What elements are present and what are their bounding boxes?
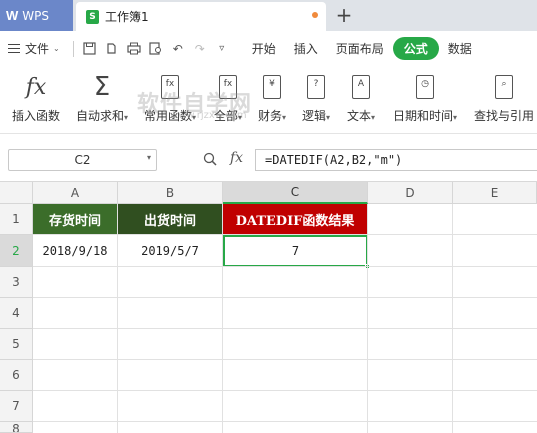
lookup-icon: ⌕ — [495, 72, 513, 102]
zoom-icon[interactable] — [203, 152, 217, 170]
logic-label: 逻辑 — [302, 109, 327, 123]
insert-function-label: 插入函数 — [12, 109, 61, 123]
formula-ribbon: fx 插入函数 Σ 自动求和▾ fx 常用函数▾ fx 全部▾ ¥ 财务▾ ? … — [0, 66, 537, 134]
all-function-icon: fx — [219, 72, 238, 102]
wps-home-tab[interactable]: W WPS — [0, 0, 73, 31]
row-header-5[interactable]: 5 — [0, 329, 33, 360]
title-tab-bar: W WPS S 工作簿1 + — [0, 0, 537, 31]
redo-icon[interactable]: ↷ — [193, 42, 207, 56]
all-function-label: 全部 — [214, 109, 239, 123]
insert-function-button[interactable]: fx 插入函数 — [12, 72, 60, 124]
formula-bar: C2 ▾ fx =DATEDIF(A2,B2,"m") — [0, 134, 537, 182]
all-function-button[interactable]: fx 全部▾ — [214, 72, 242, 124]
column-header-b[interactable]: B — [118, 182, 223, 204]
datetime-button[interactable]: ◷ 日期和时间▾ — [393, 72, 457, 124]
chevron-down-icon: ▾ — [371, 113, 376, 122]
finance-icon: ¥ — [263, 72, 282, 102]
document-tab-label: 工作簿1 — [105, 10, 149, 24]
row-header-3[interactable]: 3 — [0, 267, 33, 298]
row-header-6[interactable]: 6 — [0, 360, 33, 391]
column-header-e[interactable]: E — [453, 182, 537, 204]
finance-button[interactable]: ¥ 财务▾ — [258, 72, 286, 124]
wps-tab-label: WPS — [22, 8, 49, 23]
row-header-8[interactable]: 8 — [0, 422, 33, 433]
menu-home[interactable]: 开始 — [243, 40, 285, 57]
grid-lines — [33, 204, 537, 433]
undo-icon[interactable]: ↶ — [171, 42, 185, 56]
text-icon: A — [352, 72, 371, 102]
chevron-down-icon: ▾ — [192, 113, 197, 122]
menu-formulas[interactable]: 公式 — [392, 37, 439, 60]
logic-icon: ? — [307, 72, 326, 102]
menu-data[interactable]: 数据 — [439, 40, 481, 57]
recent-function-button[interactable]: fx 常用函数▾ — [144, 72, 196, 124]
recent-function-label: 常用函数 — [144, 109, 193, 123]
export-icon[interactable] — [105, 42, 119, 56]
column-header-c[interactable]: C — [223, 182, 368, 204]
new-tab-button[interactable]: + — [334, 3, 354, 27]
chevron-down-icon: ▾ — [124, 113, 129, 122]
row-header-4[interactable]: 4 — [0, 298, 33, 329]
logic-button[interactable]: ? 逻辑▾ — [302, 72, 330, 124]
print-preview-icon[interactable] — [149, 42, 163, 56]
autosum-label: 自动求和 — [76, 109, 125, 123]
autosum-button[interactable]: Σ 自动求和▾ — [76, 72, 128, 124]
unsaved-indicator-icon — [312, 12, 318, 18]
lookup-label: 查找与引用 — [474, 109, 535, 123]
save-icon[interactable] — [83, 42, 97, 56]
select-all-corner[interactable] — [0, 182, 33, 204]
chevron-down-icon: ▾ — [146, 153, 151, 162]
sigma-icon: Σ — [93, 72, 111, 102]
print-icon[interactable] — [127, 42, 141, 56]
column-header-d[interactable]: D — [368, 182, 453, 204]
wps-logo-icon: W — [6, 8, 19, 23]
menu-page-layout[interactable]: 页面布局 — [327, 40, 393, 57]
document-tab[interactable]: S 工作簿1 — [76, 2, 326, 31]
column-header-a[interactable]: A — [33, 182, 118, 204]
chevron-down-icon: ▾ — [238, 113, 243, 122]
spreadsheet-grid: A B C D E 1 2 3 4 5 6 7 8 存货时间 出货时间 DATE… — [0, 182, 537, 433]
formula-input[interactable]: =DATEDIF(A2,B2,"m") — [255, 149, 537, 171]
finance-label: 财务 — [258, 109, 283, 123]
lookup-button[interactable]: ⌕ 查找与引用 — [474, 72, 534, 124]
menu-bar: 文件 ⌄ ↶ ↷ ▿ 开始 插入 页面布局 公式 数据 — [0, 31, 537, 66]
fx-icon: fx — [25, 74, 47, 100]
hamburger-icon — [8, 44, 20, 53]
recent-function-icon: fx — [161, 72, 180, 102]
menu-insert[interactable]: 插入 — [285, 40, 327, 57]
text-function-button[interactable]: A 文本▾ — [347, 72, 375, 124]
row-header-2[interactable]: 2 — [0, 235, 33, 267]
row-header-1[interactable]: 1 — [0, 204, 33, 235]
chevron-down-icon: ▾ — [282, 113, 287, 122]
divider — [72, 40, 74, 57]
file-menu-label: 文件 — [25, 42, 50, 56]
row-header-7[interactable]: 7 — [0, 391, 33, 422]
fx-icon[interactable]: fx — [230, 150, 243, 166]
text-function-label: 文本 — [347, 109, 372, 123]
chevron-down-icon: ▾ — [326, 113, 331, 122]
chevron-down-icon: ⌄ — [53, 44, 60, 53]
file-menu-button[interactable]: 文件 ⌄ — [0, 40, 68, 57]
name-box[interactable]: C2 ▾ — [8, 149, 157, 171]
datetime-icon: ◷ — [416, 72, 435, 102]
datetime-label: 日期和时间 — [393, 109, 454, 123]
name-box-value: C2 — [74, 153, 91, 167]
chevron-down-icon: ▾ — [453, 113, 458, 122]
spreadsheet-icon: S — [86, 9, 99, 24]
quick-access-dropdown-icon[interactable]: ▿ — [215, 42, 229, 56]
